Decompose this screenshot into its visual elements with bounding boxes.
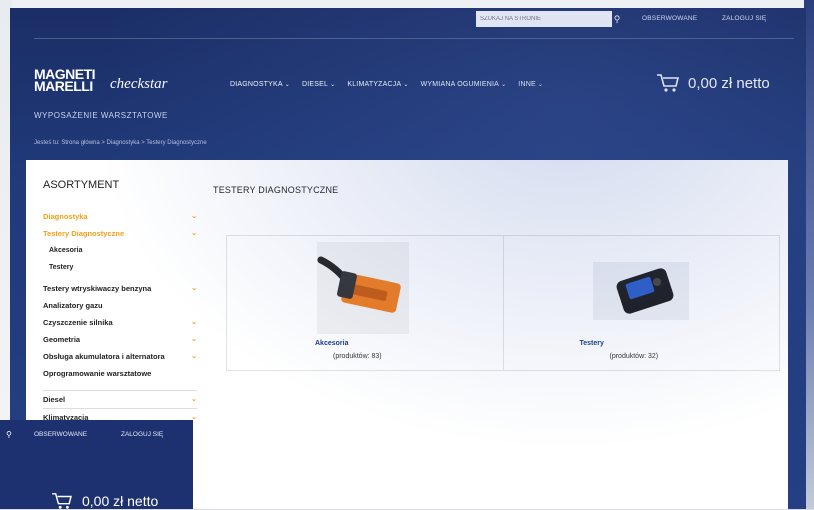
watched-link[interactable]: OBSERWOWANE [34,431,87,438]
login-link[interactable]: ZALOGUJ SIĘ [121,431,163,438]
nav-wymiana-ogumienia[interactable]: WYMIANA OGUMIENIA ⌄ [421,81,507,88]
tile-count: (produktów: 32) [609,353,659,360]
obd-connector-image [317,242,409,334]
tile-count: (produktów: 83) [333,353,382,360]
sidebar-item-testery-wtryskiwaczy[interactable]: Testery wtryskiwaczy benzyna ⌄ [43,280,197,297]
header-divider [34,38,794,39]
login-link[interactable]: ZALOGUJ SIĘ [722,15,766,22]
cart-widget[interactable]: 0,00 zł netto [50,492,158,510]
chevron-down-icon: ⌄ [191,285,197,292]
chevron-down-icon: ⌄ [191,319,197,326]
sidebar-sub-akcesoria[interactable]: Akcesoria [43,242,197,259]
nav-diagnostyka[interactable]: DIAGNOSTYKA ⌄ [230,81,290,88]
cart-icon [657,74,680,92]
tagline: WYPOSAŻENIE WARSZTATOWE [34,111,168,120]
category-grid: Akcesoria (produktów: 83) Testery (produ… [226,235,780,371]
magneti-marelli-logo[interactable]: MAGNETI MARELLI checkstar [34,67,167,94]
category-tile-testery[interactable]: Testery (produktów: 32) [504,236,780,370]
sidebar-item-oprogramowanie[interactable]: Oprogramowanie warsztatowe [43,365,197,382]
nav-inne[interactable]: INNE ⌄ [518,81,543,88]
cart-total: 0,00 zł netto [688,74,770,92]
chevron-down-icon: ⌄ [191,336,197,343]
search-input[interactable] [476,11,612,27]
zoomed-header-overlay: ⚲ OBSERWOWANE ZALOGUJ SIĘ 0,00 zł netto [0,420,193,509]
breadcrumb: Jesteś tu: Strona główna > Diagnostyka >… [34,140,207,146]
logo-checkstar: checkstar [110,76,168,92]
sidebar-item-akumulator[interactable]: Obsługa akumulatora i alternatora ⌄ [43,348,197,365]
logo-line2: MARELLI [34,78,93,94]
sidebar-item-diesel[interactable]: Diesel ⌄ [43,391,197,408]
tile-name[interactable]: Testery [580,340,604,347]
chevron-down-icon: ⌄ [284,82,290,88]
sidebar-title: ASORTYMENT [43,179,120,191]
chevron-down-icon: ⌄ [191,353,197,360]
tester-device-image [592,262,689,320]
watched-link[interactable]: OBSERWOWANE [642,15,697,22]
nav-diesel[interactable]: DIESEL ⌄ [302,81,335,88]
sidebar-list: Diagnostyka ⌄ Testery Diagnostyczne ⌄ Akce… [43,208,197,426]
top-bar: ⚲ OBSERWOWANE ZALOGUJ SIĘ [10,8,806,32]
chevron-down-icon: ⌄ [191,230,197,237]
search-icon[interactable]: ⚲ [6,430,12,439]
cart-total: 0,00 zł netto [82,493,159,509]
chevron-down-icon: ⌄ [191,213,197,220]
nav-klimatyzacja[interactable]: KLIMATYZACJA ⌄ [347,81,408,88]
sidebar-sub-testery[interactable]: Testery [43,259,197,276]
category-tile-akcesoria[interactable]: Akcesoria (produktów: 83) [227,236,504,370]
cart-icon [52,493,72,509]
sidebar-item-testery-diagnostyczne[interactable]: Testery Diagnostyczne ⌄ [43,225,197,242]
chevron-down-icon: ⌄ [501,82,507,88]
chevron-down-icon: ⌄ [537,82,544,88]
chevron-down-icon: ⌄ [330,82,336,88]
sidebar-item-czyszczenie[interactable]: Czyszczenie silnika ⌄ [43,314,197,331]
search-icon[interactable]: ⚲ [610,12,624,26]
chevron-down-icon: ⌄ [191,396,197,403]
sidebar-item-diagnostyka[interactable]: Diagnostyka ⌄ [43,208,197,225]
main-nav: DIAGNOSTYKA ⌄ DIESEL ⌄ KLIMATYZACJA ⌄ WYMIA… [230,81,543,88]
tile-name[interactable]: Akcesoria [315,340,348,347]
sidebar-item-analizatory[interactable]: Analizatory gazu [43,297,197,314]
page-title: TESTERY DIAGNOSTYCZNE [213,185,339,195]
cart-widget[interactable]: 0,00 zł netto [656,73,770,93]
chevron-down-icon: ⌄ [403,82,409,88]
sidebar-item-geometria[interactable]: Geometria ⌄ [43,331,197,348]
